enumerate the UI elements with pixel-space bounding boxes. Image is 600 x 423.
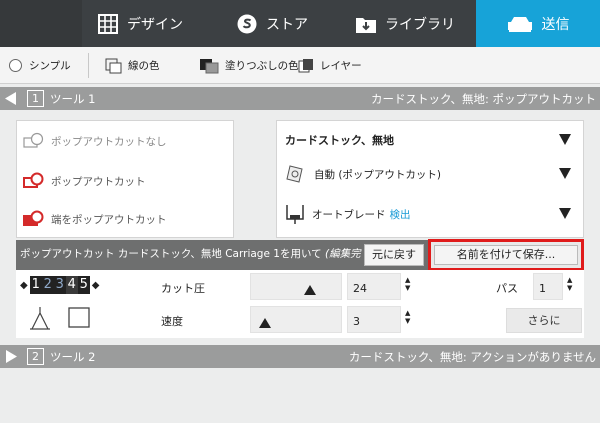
- fill-color-label: 塗りつぶしの色: [225, 60, 299, 72]
- tool1-status: カードストック、無地: ポップアウトカット: [371, 92, 596, 106]
- mode-bar: シンプル 線の色 塗りつぶしの色 レイヤー: [0, 47, 600, 84]
- pressure-label: カット圧: [161, 282, 205, 295]
- cutter-machine-icon: [507, 15, 533, 33]
- layer-label: レイヤー: [320, 60, 362, 72]
- tab-library-label: ライブラリ: [385, 16, 455, 33]
- layer-button[interactable]: レイヤー: [298, 47, 362, 84]
- fill-color-icon: [199, 58, 219, 74]
- tab-store-label: ストア: [266, 16, 308, 33]
- edge-popout-icon: [23, 210, 45, 228]
- auto-blade-icon: [285, 203, 305, 225]
- pass-spinner[interactable]: ▲ ▼: [567, 276, 575, 292]
- simple-mode-radio[interactable]: シンプル: [9, 47, 71, 84]
- more-button[interactable]: さらに: [506, 308, 582, 333]
- material-box: カードストック、無地 自動 (ポップアウトカット) オートブレード 検出: [276, 120, 584, 238]
- revert-button[interactable]: 元に戻す: [364, 244, 424, 266]
- blade-digit[interactable]: 1: [30, 276, 42, 294]
- pressure-slider[interactable]: [250, 273, 342, 300]
- collapse-triangle-icon[interactable]: [5, 92, 17, 108]
- dropdown-arrow-icon[interactable]: [559, 168, 571, 179]
- dropdown-arrow-icon[interactable]: [559, 134, 571, 145]
- cut-options-box: ポップアウトカットなし ポップアウトカット 端をポップアウトカット: [16, 120, 234, 238]
- action-dropdown[interactable]: 自動 (ポップアウトカット): [285, 161, 571, 187]
- blade-depth-digits: 1 2 3 4 5: [29, 276, 90, 294]
- speed-input[interactable]: 3: [347, 306, 401, 333]
- divider: [88, 53, 89, 78]
- store-s-icon: [237, 14, 257, 34]
- cut-status-row: ポップアウトカット カードストック、無地 Carriage 1を用いて (編集完…: [16, 239, 584, 271]
- radio-circle: [9, 59, 22, 72]
- cut-settings: ◆ 1 2 3 4 5 ◆ カット圧 24 ▲ ▼ 速度 3 ▲ ▼ パス 1 ▲ ▼: [16, 270, 584, 338]
- blade-digit[interactable]: 5: [78, 276, 90, 294]
- cut-option-none-label: ポップアウトカットなし: [51, 135, 167, 148]
- edited-indicator: (編集完: [324, 248, 361, 260]
- detect-link[interactable]: 検出: [390, 207, 411, 222]
- popout-cut-icon: [23, 172, 45, 190]
- cut-option-popout-label: ポップアウトカット: [51, 175, 146, 188]
- tool1-name: ツール 1: [50, 92, 96, 106]
- expand-triangle-icon[interactable]: [5, 350, 17, 366]
- pass-label: パス: [496, 282, 518, 295]
- no-popout-icon: [23, 132, 45, 150]
- highlight-box: 名前を付けて保存...: [428, 239, 584, 271]
- blade-digit[interactable]: 2: [42, 276, 54, 294]
- fill-color-button[interactable]: 塗りつぶしの色: [199, 47, 299, 84]
- pass-input[interactable]: 1: [533, 273, 563, 300]
- pressure-spinner[interactable]: ▲ ▼: [405, 276, 413, 292]
- tab-send[interactable]: 送信: [476, 0, 600, 47]
- blade-label: オートブレード: [312, 208, 386, 221]
- cut-status-main: ポップアウトカット カードストック、無地 Carriage 1を用いて: [20, 248, 322, 260]
- line-color-button[interactable]: 線の色: [104, 47, 160, 84]
- grid-icon: [98, 13, 118, 34]
- nav-left-strip: [0, 0, 82, 47]
- line-color-icon: [104, 58, 122, 74]
- blade-depth-selector[interactable]: ◆ 1 2 3 4 5 ◆: [18, 275, 101, 295]
- tab-design-label: デザイン: [127, 16, 183, 33]
- speed-slider-thumb[interactable]: [259, 318, 271, 328]
- cut-option-edge[interactable]: 端をポップアウトカット: [23, 208, 167, 230]
- blade-dropdown[interactable]: オートブレード 検出: [285, 201, 571, 227]
- blade-digit[interactable]: 3: [54, 276, 66, 294]
- material-dropdown[interactable]: カードストック、無地: [285, 127, 571, 153]
- tab-store[interactable]: ストア: [237, 0, 337, 47]
- simple-label: シンプル: [29, 60, 71, 72]
- tab-design[interactable]: デザイン: [98, 0, 202, 47]
- tool2-status: カードストック、無地: アクションがありません: [348, 350, 596, 364]
- tool1-header[interactable]: 1 ツール 1 カードストック、無地: ポップアウトカット: [0, 87, 600, 110]
- speed-label: 速度: [161, 315, 183, 328]
- blade-angle-icon: [29, 305, 91, 334]
- layer-icon: [298, 58, 314, 74]
- speed-slider[interactable]: [250, 306, 342, 333]
- download-folder-icon: [356, 15, 376, 33]
- tool2-name: ツール 2: [50, 350, 96, 364]
- tab-send-label: 送信: [541, 16, 570, 33]
- tool1-number: 1: [27, 90, 44, 107]
- speed-spinner[interactable]: ▲ ▼: [405, 309, 413, 325]
- blade-digit-selected[interactable]: 4: [65, 276, 78, 294]
- pressure-slider-thumb[interactable]: [304, 285, 316, 295]
- tool1-panel: ポップアウトカットなし ポップアウトカット 端をポップアウトカット カードストッ…: [16, 120, 584, 338]
- top-nav: デザイン ストア ライブラリ 送信: [0, 0, 600, 47]
- pressure-input[interactable]: 24: [347, 273, 401, 300]
- line-color-label: 線の色: [128, 60, 160, 72]
- tab-library[interactable]: ライブラリ: [356, 0, 476, 47]
- tool2-header[interactable]: 2 ツール 2 カードストック、無地: アクションがありません: [0, 345, 600, 368]
- cut-option-edge-label: 端をポップアウトカット: [51, 213, 167, 226]
- blade-left-arrow-icon[interactable]: ◆: [20, 280, 28, 291]
- action-label: 自動 (ポップアウトカット): [314, 168, 442, 181]
- tool2-number: 2: [27, 348, 44, 365]
- material-name: カードストック、無地: [285, 134, 395, 147]
- cut-status-text: ポップアウトカット カードストック、無地 Carriage 1を用いて (編集完: [20, 246, 364, 261]
- cut-option-popout[interactable]: ポップアウトカット: [23, 170, 146, 192]
- auto-action-icon: [285, 164, 307, 184]
- save-as-button[interactable]: 名前を付けて保存...: [434, 245, 578, 265]
- cut-option-none[interactable]: ポップアウトカットなし: [23, 130, 167, 152]
- dropdown-arrow-icon[interactable]: [559, 208, 571, 219]
- blade-right-arrow-icon[interactable]: ◆: [92, 280, 100, 291]
